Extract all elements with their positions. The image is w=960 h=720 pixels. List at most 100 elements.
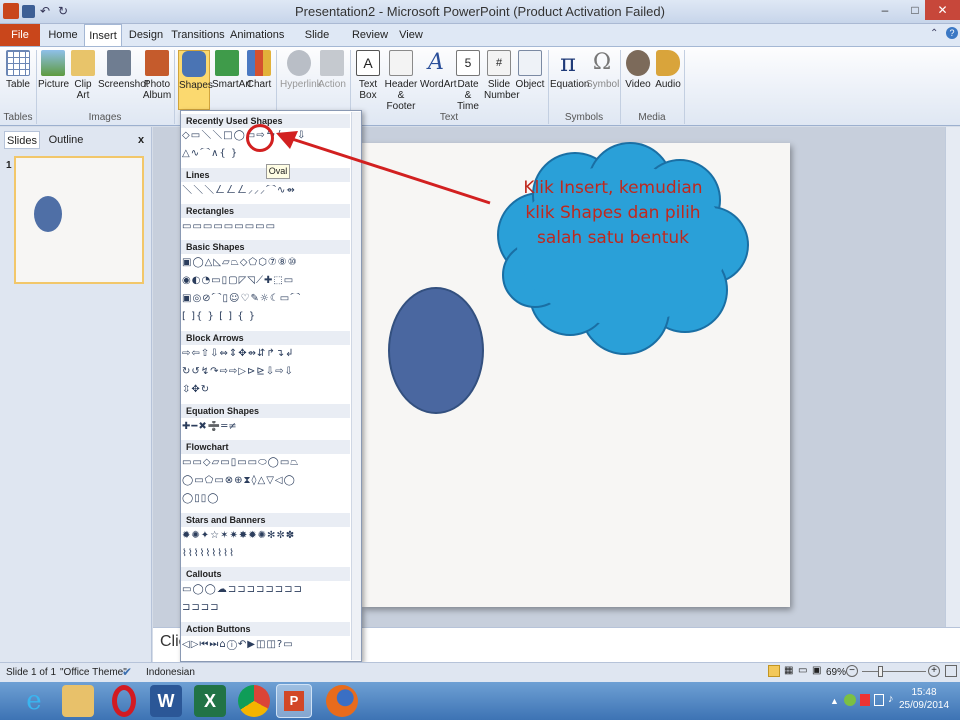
- tab-outline[interactable]: Outline: [44, 131, 88, 149]
- firefox-icon[interactable]: [326, 685, 358, 717]
- tab-slide-show[interactable]: Slide Show: [290, 24, 344, 63]
- tab-design[interactable]: Design: [126, 24, 166, 46]
- battery-icon[interactable]: [874, 694, 884, 706]
- group-label-text: Text: [439, 112, 459, 123]
- slide-thumbnail[interactable]: [14, 156, 144, 284]
- powerpoint-taskbar-button[interactable]: P: [276, 684, 312, 718]
- shapes-button[interactable]: Shapes: [178, 50, 213, 110]
- fit-to-window-icon[interactable]: [945, 665, 957, 677]
- shape-row[interactable]: ⊐⊐⊐⊐: [182, 602, 350, 614]
- show-hidden-icons-icon[interactable]: ▲: [830, 696, 839, 706]
- clip-art-button[interactable]: Clip Art: [70, 50, 96, 112]
- group-separator: [174, 50, 175, 124]
- close-button[interactable]: ✕: [925, 0, 960, 20]
- shape-row[interactable]: ▭▭◇▱▭▯▭▭⬭◯▭⏢: [182, 457, 350, 469]
- chrome-icon[interactable]: [238, 685, 270, 717]
- equation-button[interactable]: π Equation: [550, 50, 589, 112]
- section-flowchart: Flowchart: [181, 440, 350, 454]
- file-explorer-icon[interactable]: [62, 685, 94, 717]
- shape-row[interactable]: ◁▷⏮⏭⌂ⓘ↶▶◫◫?▭: [182, 639, 350, 651]
- spellcheck-icon[interactable]: ✔: [122, 665, 132, 679]
- save-icon[interactable]: [22, 5, 35, 18]
- shape-row[interactable]: ▭◯◯☁⊐⊐⊐⊐⊐⊐⊐⊐: [182, 584, 350, 596]
- shape-row[interactable]: ✹✺✦☆✶✷✸✹✺✻✼✽: [182, 530, 350, 542]
- slide-number-icon: #: [487, 50, 511, 76]
- normal-view-icon[interactable]: [768, 665, 780, 677]
- language[interactable]: Indonesian: [146, 663, 195, 682]
- powerpoint-app-icon[interactable]: [3, 3, 19, 19]
- wordart-button[interactable]: A WordArt: [420, 50, 457, 112]
- smartart-icon: [215, 50, 239, 76]
- tab-insert[interactable]: Insert: [84, 24, 122, 47]
- excel-icon[interactable]: X: [194, 685, 226, 717]
- tab-home[interactable]: Home: [44, 24, 82, 46]
- word-icon[interactable]: W: [150, 685, 182, 717]
- tray-app-icon[interactable]: [844, 694, 856, 706]
- zoom-in-icon[interactable]: +: [928, 665, 940, 677]
- shape-row[interactable]: ⇨⇦⇧⇩⇔⇕✥⇴⇵↱↴↲: [182, 348, 350, 360]
- slide-sorter-icon[interactable]: ▦: [784, 665, 793, 676]
- chart-button[interactable]: Chart: [244, 50, 274, 112]
- opera-icon[interactable]: [112, 685, 136, 717]
- powerpoint-icon: P: [284, 691, 304, 711]
- shape-row[interactable]: ◯▭⬠▭⊗⊕⧗◊△▽◁◯: [182, 475, 350, 487]
- screenshot-button[interactable]: Screenshot: [98, 50, 149, 112]
- hyperlink-button[interactable]: Hyperlink: [280, 50, 322, 112]
- shape-row[interactable]: ◯▯▯◯: [182, 493, 350, 505]
- minimize-ribbon-icon[interactable]: ⌃: [930, 28, 938, 39]
- date-time-button[interactable]: 5 Date & Time: [454, 50, 482, 112]
- minimize-button[interactable]: –: [870, 0, 900, 20]
- help-icon[interactable]: ?: [946, 27, 958, 39]
- header-footer-button[interactable]: Header & Footer: [382, 50, 420, 112]
- shape-row[interactable]: ▣◎⊘⌒▯☺♡✎☼☾▭⌒: [182, 293, 350, 305]
- shape-row[interactable]: ⌇⌇⌇⌇⌇⌇⌇⌇⌇: [182, 548, 350, 560]
- picture-button[interactable]: Picture: [38, 50, 69, 112]
- tab-slides[interactable]: Slides: [4, 131, 40, 149]
- smartart-button[interactable]: SmartArt: [212, 50, 251, 112]
- undo-icon[interactable]: ↶: [40, 3, 56, 19]
- group-label-media: Media: [638, 112, 666, 123]
- tab-view[interactable]: View: [394, 24, 428, 46]
- shape-row[interactable]: [ ]{ } [ ] { }: [182, 311, 350, 323]
- slideshow-icon[interactable]: ▣: [812, 665, 821, 676]
- symbol-button[interactable]: Ω Symbol: [586, 50, 619, 112]
- vertical-scrollbar[interactable]: [945, 127, 960, 627]
- screenshot-icon: [107, 50, 131, 76]
- clock[interactable]: 15:48 25/09/2014: [892, 686, 956, 712]
- shape-row[interactable]: ⇳✥↻: [182, 384, 350, 396]
- zoom-level[interactable]: 69%: [826, 663, 846, 682]
- action-button[interactable]: Action: [318, 50, 346, 112]
- shape-row[interactable]: ↻↺↯↷⇨⇨▷⊳⊵⇩⇨⇩: [182, 366, 350, 378]
- window-title: Presentation2 - Microsoft PowerPoint (Pr…: [295, 4, 665, 19]
- clock-date: 25/09/2014: [898, 700, 950, 711]
- zoom-slider-thumb[interactable]: [878, 666, 883, 677]
- slide-number-button[interactable]: # Slide Number: [484, 50, 520, 112]
- text-box-button[interactable]: A Text Box: [354, 50, 382, 112]
- zoom-slider[interactable]: [862, 671, 926, 672]
- shape-row[interactable]: ✚━✖➗═≠: [182, 421, 350, 433]
- internet-explorer-icon[interactable]: e: [18, 685, 50, 717]
- repeat-icon[interactable]: ↻: [58, 3, 74, 19]
- tab-file[interactable]: File: [0, 24, 40, 46]
- shape-row[interactable]: ▭▭▭▭▭▭▭▭▭: [182, 221, 350, 233]
- tab-animations[interactable]: Animations: [230, 24, 284, 46]
- oval-shape[interactable]: [388, 287, 484, 414]
- film-reel-icon: [626, 50, 650, 76]
- clip-art-icon: [71, 50, 95, 76]
- close-pane-button[interactable]: x: [134, 131, 148, 149]
- table-button[interactable]: Table: [2, 50, 34, 112]
- wordart-icon: A: [428, 50, 444, 75]
- tray-flag-icon[interactable]: [860, 694, 870, 706]
- tab-transitions[interactable]: Transitions: [170, 24, 226, 46]
- reading-view-icon[interactable]: ▭: [798, 665, 807, 676]
- object-button[interactable]: Object: [514, 50, 546, 112]
- zoom-out-icon[interactable]: −: [846, 665, 858, 677]
- shape-row[interactable]: ◉◐◔▭▯▢◸◹⟋✚⬚▭: [182, 275, 350, 287]
- video-button[interactable]: Video: [624, 50, 652, 112]
- cloud-callout[interactable]: [480, 140, 760, 372]
- shape-row[interactable]: ▣◯△◺▱⏢◇⬠⬡⑦⑧⑩: [182, 257, 350, 269]
- tab-review[interactable]: Review: [350, 24, 390, 46]
- photo-album-button[interactable]: Photo Album: [142, 50, 172, 112]
- audio-button[interactable]: Audio: [654, 50, 682, 112]
- object-icon: [518, 50, 542, 76]
